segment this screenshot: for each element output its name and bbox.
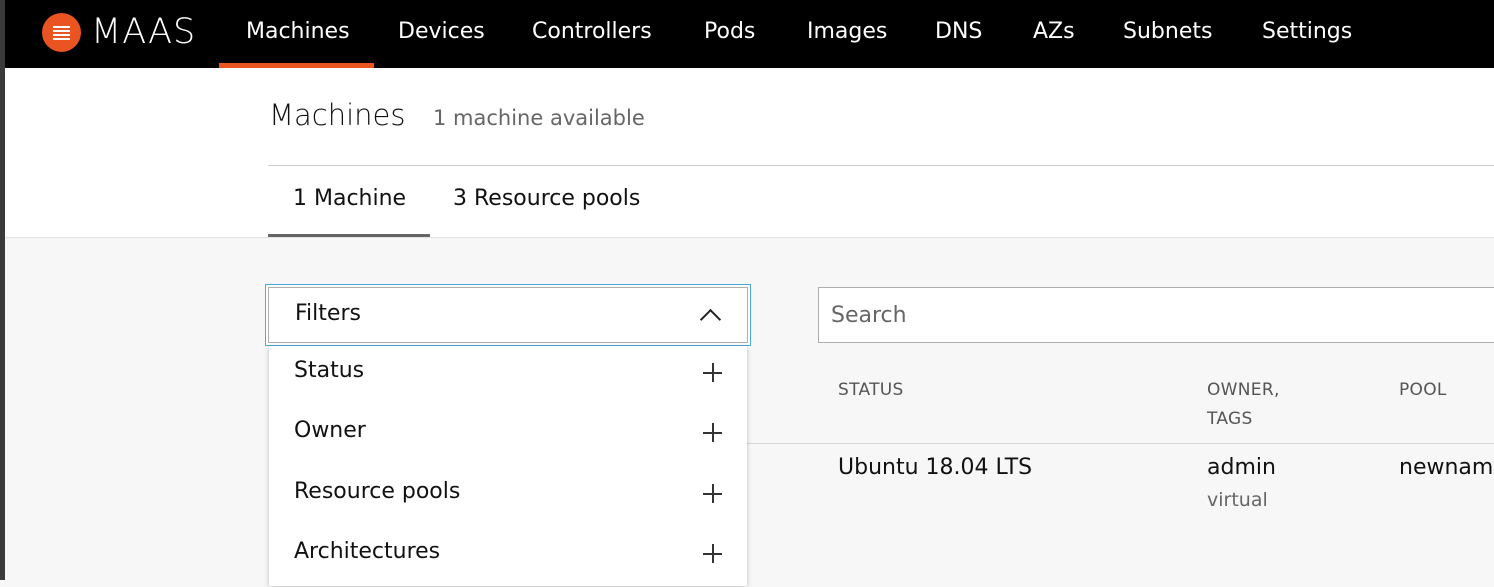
window-edge (0, 0, 5, 580)
tab-resource-pools[interactable]: 3 Resource pools (453, 186, 640, 211)
filters-menu: Status Owner Resource pools Architecture… (269, 346, 747, 586)
column-header-status[interactable]: STATUS (838, 375, 904, 405)
column-header-tags[interactable]: TAGS (1207, 404, 1253, 434)
page-subtitle: 1 machine available (433, 106, 645, 130)
plus-icon (703, 484, 722, 503)
nav-item-azs[interactable]: AZs (1033, 0, 1075, 68)
filters-toggle-inner: Filters (268, 287, 748, 343)
table-divider (747, 443, 1494, 444)
column-header-pool[interactable]: POOL (1399, 375, 1447, 405)
filter-item-label: Owner (294, 418, 366, 443)
top-navigation: MAAS Machines Devices Controllers Pods I… (5, 0, 1494, 68)
filter-item-status[interactable]: Status (269, 346, 747, 406)
row-owner[interactable]: admin (1207, 455, 1276, 480)
filters-dropdown-toggle[interactable]: Filters (265, 284, 751, 346)
header-divider (268, 165, 1494, 166)
row-pool[interactable]: newname (1399, 455, 1494, 480)
filter-item-resource-pools[interactable]: Resource pools (269, 467, 747, 527)
nav-item-images[interactable]: Images (807, 0, 887, 68)
row-tags[interactable]: virtual (1207, 489, 1268, 511)
filter-item-label: Resource pools (294, 479, 461, 504)
brand-name[interactable]: MAAS (91, 10, 196, 54)
nav-item-dns[interactable]: DNS (935, 0, 982, 68)
page-header: Machines 1 machine available 1 Machine 3… (5, 68, 1494, 238)
nav-item-machines[interactable]: Machines (246, 0, 350, 68)
plus-icon (703, 544, 722, 563)
tab-machines[interactable]: 1 Machine (293, 186, 406, 211)
header-bottom-border (5, 237, 1494, 238)
plus-icon (703, 363, 722, 382)
filters-label: Filters (295, 301, 361, 326)
nav-item-subnets[interactable]: Subnets (1123, 0, 1212, 68)
search-input[interactable] (818, 287, 1494, 343)
column-header-owner[interactable]: OWNER, (1207, 375, 1280, 405)
nav-item-controllers[interactable]: Controllers (532, 0, 652, 68)
filter-item-architectures[interactable]: Architectures (269, 527, 747, 587)
filter-item-owner[interactable]: Owner (269, 406, 747, 466)
maas-logo-icon[interactable] (42, 13, 81, 52)
row-status: Ubuntu 18.04 LTS (838, 455, 1033, 480)
nav-item-devices[interactable]: Devices (398, 0, 485, 68)
nav-item-settings[interactable]: Settings (1262, 0, 1352, 68)
filter-item-label: Status (294, 358, 365, 383)
filter-item-label: Architectures (294, 539, 441, 564)
page-title: Machines (269, 98, 406, 132)
plus-icon (703, 423, 722, 442)
nav-item-pods[interactable]: Pods (704, 0, 755, 68)
chevron-up-icon (699, 308, 722, 331)
